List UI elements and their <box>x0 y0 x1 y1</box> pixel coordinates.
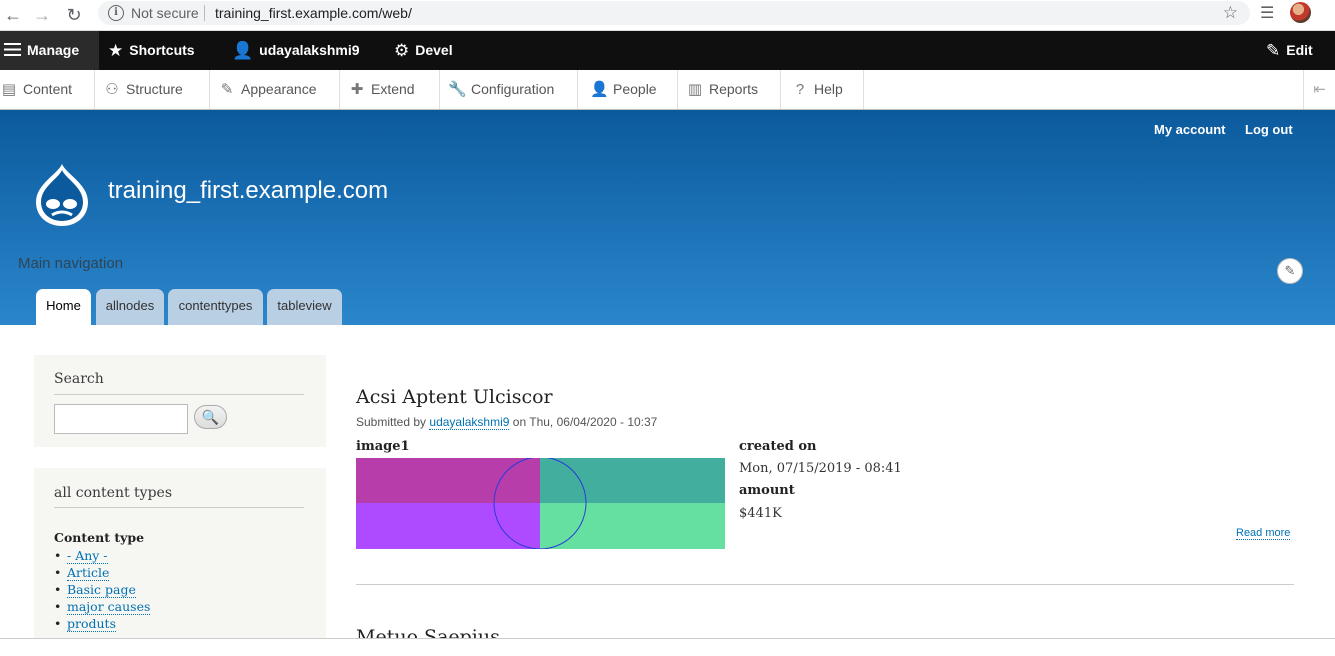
tray-item-extend[interactable]: ✚ Extend <box>340 70 440 109</box>
tray-item-label: Structure <box>126 81 183 97</box>
address-bar[interactable]: i Not secure training_first.example.com/… <box>98 1 1250 25</box>
gear-icon: ⚙ <box>394 41 410 60</box>
search-icon[interactable]: 🔍 <box>194 405 227 429</box>
tray-item-label: Configuration <box>471 81 555 97</box>
forward-icon[interactable]: → <box>31 4 53 26</box>
tray-item-label: Extend <box>371 81 415 97</box>
tray-item-people[interactable]: 👤 People <box>578 70 678 109</box>
divider <box>54 507 304 508</box>
search-input[interactable] <box>54 404 188 434</box>
tray-item-label: Content <box>23 81 73 97</box>
author-link[interactable]: udayalakshmi9 <box>429 415 510 430</box>
submitted-line: Submitted by udayalakshmi9 on Thu, 06/04… <box>356 415 658 430</box>
tray-item-label: Help <box>814 81 843 97</box>
url-text[interactable]: training_first.example.com/web/ <box>215 5 412 21</box>
tray-item-appearance[interactable]: ✎ Appearance <box>210 70 340 109</box>
content-type-label: Content type <box>54 530 145 545</box>
content-icon: ▤ <box>1 81 17 98</box>
content-type-link[interactable]: produts <box>67 616 116 632</box>
back-icon[interactable]: ← <box>2 4 24 26</box>
amount-value: $441K <box>739 506 782 521</box>
manage-tab[interactable]: Manage <box>0 31 99 70</box>
drupal-logo-icon[interactable] <box>32 162 92 228</box>
search-block-title: Search <box>54 371 104 387</box>
info-icon[interactable]: i <box>108 5 124 21</box>
devel-label: Devel <box>415 42 453 58</box>
read-more-link[interactable]: Read more <box>1236 527 1291 540</box>
reload-icon[interactable]: ↻ <box>63 4 85 26</box>
star-icon: ★ <box>108 41 124 60</box>
edit-pencil-icon[interactable]: ✎ <box>1277 258 1303 284</box>
shortcuts-tab[interactable]: ★ Shortcuts <box>108 31 195 70</box>
content-types-title: all content types <box>54 485 173 501</box>
tab-tableview[interactable]: tableview <box>267 289 342 325</box>
browser-toolbar: ← → ↻ i Not secure training_first.exampl… <box>0 0 1335 31</box>
site-header: My account Log out training_first.exampl… <box>0 110 1335 325</box>
content-types-block: all content types Content type - Any - A… <box>34 468 326 656</box>
people-icon: 👤 <box>590 81 609 98</box>
my-account-link[interactable]: My account <box>1154 122 1226 137</box>
content-type-list: - Any - Article Basic page major causes … <box>54 548 151 633</box>
divider <box>54 394 304 395</box>
submitted-date: on Thu, 06/04/2020 - 10:37 <box>512 415 658 429</box>
tab-home[interactable]: Home <box>36 289 91 325</box>
tray-item-structure[interactable]: ⚇ Structure <box>95 70 210 109</box>
media-control-icon[interactable]: ☰ <box>1260 3 1274 23</box>
collapse-tray-icon[interactable]: ⇤ <box>1303 70 1335 109</box>
admin-tray: ▤ Content ⚇ Structure ✎ Appearance ✚ Extend … <box>0 70 1335 110</box>
log-out-link[interactable]: Log out <box>1245 122 1293 137</box>
submitted-prefix: Submitted by <box>356 415 427 429</box>
manage-label: Manage <box>27 42 80 58</box>
help-icon: ? <box>795 81 805 98</box>
search-block: Search 🔍 <box>34 355 326 447</box>
puzzle-icon: ✚ <box>350 81 364 98</box>
divider <box>204 5 205 21</box>
hamburger-icon <box>4 43 21 56</box>
amount-label: amount <box>739 483 795 498</box>
wrench-icon: 🔧 <box>448 81 467 98</box>
tab-contenttypes[interactable]: contenttypes <box>168 289 263 325</box>
list-item[interactable]: Article <box>54 565 150 582</box>
user-tab[interactable]: 👤 udayalakshmi9 <box>232 31 360 70</box>
list-item[interactable]: Basic page <box>54 582 150 599</box>
edit-tab[interactable]: ✎ Edit <box>1266 31 1313 70</box>
list-item[interactable]: produts <box>54 616 150 633</box>
bookmark-star-icon[interactable]: ☆ <box>1223 3 1238 23</box>
admin-toolbar: Manage ★ Shortcuts 👤 udayalakshmi9 ⚙ Devel … <box>0 31 1335 70</box>
user-label: udayalakshmi9 <box>259 42 360 58</box>
image-field-label: image1 <box>356 439 410 454</box>
security-status: Not secure <box>131 5 199 21</box>
created-on-label: created on <box>739 439 817 454</box>
tray-item-label: Appearance <box>241 81 317 97</box>
tray-item-label: Reports <box>709 81 759 97</box>
profile-avatar[interactable] <box>1290 2 1311 23</box>
content-type-link[interactable]: - Any - <box>67 548 108 564</box>
tab-allnodes[interactable]: allnodes <box>96 289 164 325</box>
tray-item-help[interactable]: ? Help <box>781 70 864 109</box>
site-name[interactable]: training_first.example.com <box>108 177 388 205</box>
devel-tab[interactable]: ⚙ Devel <box>394 31 453 70</box>
edit-label: Edit <box>1286 42 1313 58</box>
tray-item-configuration[interactable]: 🔧 Configuration <box>440 70 578 109</box>
divider <box>356 584 1294 585</box>
tray-item-content[interactable]: ▤ Content <box>0 70 95 109</box>
user-icon: 👤 <box>232 41 254 60</box>
download-bar <box>0 638 1335 656</box>
tray-item-reports[interactable]: ▥ Reports <box>678 70 781 109</box>
bar-chart-icon: ▥ <box>687 81 703 98</box>
pencil-icon: ✎ <box>1266 41 1281 60</box>
article-title[interactable]: Acsi Aptent Ulciscor <box>356 386 553 408</box>
article-image <box>356 458 725 549</box>
content-type-link[interactable]: major causes <box>67 599 151 615</box>
content-type-link[interactable]: Basic page <box>67 582 136 598</box>
list-item[interactable]: major causes <box>54 599 151 616</box>
created-on-value: Mon, 07/15/2019 - 08:41 <box>739 461 902 476</box>
list-item[interactable]: - Any - <box>54 548 150 565</box>
tray-item-label: People <box>613 81 657 97</box>
shortcuts-label: Shortcuts <box>129 42 195 58</box>
paintbrush-icon: ✎ <box>220 81 234 98</box>
structure-icon: ⚇ <box>105 81 119 98</box>
content-type-link[interactable]: Article <box>67 565 110 581</box>
main-navigation-label: Main navigation <box>18 255 124 272</box>
